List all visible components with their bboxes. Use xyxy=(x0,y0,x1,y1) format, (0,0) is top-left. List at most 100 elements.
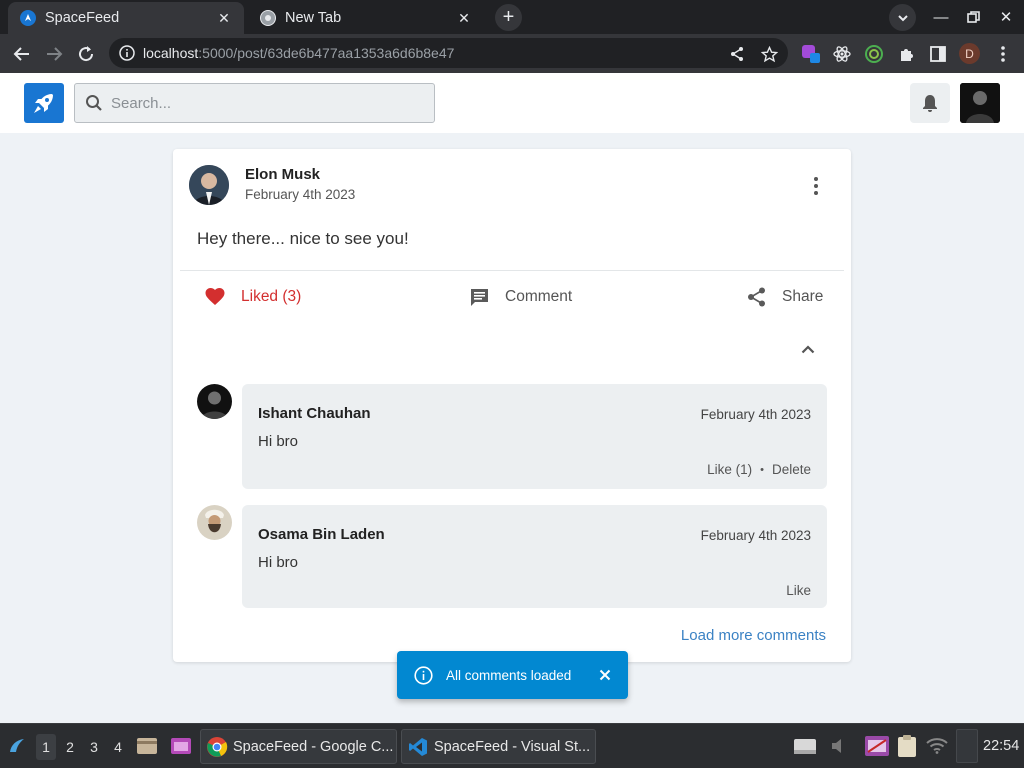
spacefeed-logo-button[interactable] xyxy=(24,83,64,123)
more-options-icon[interactable] xyxy=(804,174,828,198)
like-label: Liked (3) xyxy=(241,288,302,305)
load-more-comments-link[interactable]: Load more comments xyxy=(681,627,826,644)
comment-like-link[interactable]: Like xyxy=(786,583,811,598)
browser-tab-bar: SpaceFeed ✕ New Tab ✕ + — ✕ xyxy=(0,0,1024,34)
author-avatar[interactable] xyxy=(189,165,229,205)
file-manager-icon[interactable] xyxy=(134,732,160,760)
workspace-2[interactable]: 2 xyxy=(60,734,80,760)
close-tab-icon[interactable]: ✕ xyxy=(214,8,234,28)
vscode-icon xyxy=(407,736,429,758)
collapse-comments-button[interactable] xyxy=(797,338,819,360)
wifi-icon[interactable] xyxy=(924,732,950,760)
search-input[interactable] xyxy=(111,94,411,112)
volume-icon[interactable] xyxy=(826,732,852,760)
comment-item: Ishant Chauhan February 4th 2023 Hi bro … xyxy=(197,384,827,489)
taskbar-app-title: SpaceFeed - Visual St... xyxy=(434,738,591,755)
post-body: Hey there... nice to see you! xyxy=(197,229,409,248)
drive-icon[interactable] xyxy=(792,732,818,760)
tab-spacefeed[interactable]: SpaceFeed ✕ xyxy=(8,2,244,34)
user-avatar-image xyxy=(960,83,1000,123)
chrome-menu-icon[interactable] xyxy=(993,44,1013,64)
taskbar-chrome-window[interactable]: SpaceFeed - Google C... xyxy=(200,729,397,764)
forward-arrow-icon xyxy=(47,47,63,61)
workspace-3[interactable]: 3 xyxy=(84,734,104,760)
commenter-name[interactable]: Ishant Chauhan xyxy=(258,405,371,422)
comment-bubble: Ishant Chauhan February 4th 2023 Hi bro … xyxy=(242,384,827,489)
user-avatar-button[interactable] xyxy=(960,83,1000,123)
start-menu-icon[interactable] xyxy=(4,732,30,760)
profile-avatar[interactable]: D xyxy=(959,43,980,64)
back-arrow-icon xyxy=(13,47,29,61)
tab-new-tab[interactable]: New Tab ✕ xyxy=(248,2,484,34)
url-host: localhost xyxy=(143,45,199,61)
snackbar-message: All comments loaded xyxy=(446,667,572,683)
info-icon xyxy=(414,665,433,685)
bell-icon xyxy=(923,94,937,112)
like-button[interactable]: Liked (3) xyxy=(205,284,301,310)
comment-item: Osama Bin Laden February 4th 2023 Hi bro… xyxy=(197,505,827,608)
commenter-avatar[interactable] xyxy=(197,505,232,540)
separator-dot: • xyxy=(760,463,764,476)
chrome-favicon-icon xyxy=(260,10,276,26)
address-bar[interactable]: localhost:5000/post/63de6b477aa1353a6d6b… xyxy=(109,38,788,68)
clock: 22:54 xyxy=(983,738,1020,754)
notifications-button[interactable] xyxy=(910,83,950,123)
taskbar-vscode-window[interactable]: SpaceFeed - Visual St... xyxy=(401,729,596,764)
tab-title: New Tab xyxy=(285,10,342,26)
info-icon[interactable] xyxy=(119,45,135,61)
bookmark-star-icon[interactable] xyxy=(760,45,778,63)
divider xyxy=(180,270,844,271)
rocket-icon xyxy=(34,94,53,113)
post-card: Elon Musk February 4th 2023 Hey there...… xyxy=(173,149,851,662)
comment-like-link[interactable]: Like (1) xyxy=(707,462,752,477)
tab-title: SpaceFeed xyxy=(45,10,120,26)
comment-actions: Like (1) • Delete xyxy=(707,462,811,477)
extension-icon[interactable] xyxy=(801,44,821,64)
side-panel-icon[interactable] xyxy=(928,44,948,64)
clipboard-icon[interactable] xyxy=(893,732,921,760)
search-box[interactable] xyxy=(74,83,435,123)
tray-slot[interactable] xyxy=(955,729,979,763)
share-page-icon[interactable] xyxy=(728,45,746,63)
comment-actions: Like xyxy=(786,583,811,598)
share-icon xyxy=(747,287,766,307)
forward-button[interactable] xyxy=(41,41,67,67)
new-tab-button[interactable]: + xyxy=(495,4,522,31)
restore-button[interactable] xyxy=(961,5,985,29)
close-icon[interactable] xyxy=(596,666,614,684)
workspace-1[interactable]: 1 xyxy=(36,734,56,760)
comment-button[interactable]: Comment xyxy=(470,284,572,310)
app-header xyxy=(0,73,1024,133)
os-taskbar: 1 2 3 4 SpaceFeed - Google C... SpaceFee… xyxy=(0,723,1024,768)
minimize-button[interactable]: — xyxy=(929,5,953,29)
tab-search-button[interactable] xyxy=(889,4,916,31)
comment-delete-link[interactable]: Delete xyxy=(772,462,811,477)
comment-text: Hi bro xyxy=(258,554,299,571)
target-extension-icon[interactable] xyxy=(864,44,884,64)
chevron-up-icon xyxy=(801,344,815,353)
comment-icon xyxy=(470,288,489,307)
close-window-button[interactable]: ✕ xyxy=(994,5,1018,29)
comment-date: February 4th 2023 xyxy=(700,407,811,422)
back-button[interactable] xyxy=(9,41,35,67)
share-button[interactable]: Share xyxy=(747,284,823,310)
url-path: :5000/post/63de6b477aa1353a6d6b8e47 xyxy=(198,45,455,61)
react-devtools-icon[interactable] xyxy=(832,44,852,64)
chrome-icon xyxy=(206,736,228,758)
puzzle-extensions-icon[interactable] xyxy=(896,44,916,64)
image-viewer-icon[interactable] xyxy=(168,732,194,760)
share-label: Share xyxy=(782,288,824,305)
reload-button[interactable] xyxy=(73,41,99,67)
taskbar-app-title: SpaceFeed - Google C... xyxy=(233,738,394,755)
comment-bubble: Osama Bin Laden February 4th 2023 Hi bro… xyxy=(242,505,827,608)
comment-label: Comment xyxy=(505,288,573,305)
chevron-down-icon xyxy=(897,14,908,21)
browser-toolbar: localhost:5000/post/63de6b477aa1353a6d6b… xyxy=(0,34,1024,73)
post-author-name[interactable]: Elon Musk xyxy=(245,166,320,183)
reload-icon xyxy=(79,46,94,62)
screenshot-app-icon[interactable] xyxy=(863,732,891,760)
commenter-avatar[interactable] xyxy=(197,384,232,419)
commenter-name[interactable]: Osama Bin Laden xyxy=(258,526,385,543)
close-tab-icon[interactable]: ✕ xyxy=(454,8,474,28)
workspace-4[interactable]: 4 xyxy=(108,734,128,760)
